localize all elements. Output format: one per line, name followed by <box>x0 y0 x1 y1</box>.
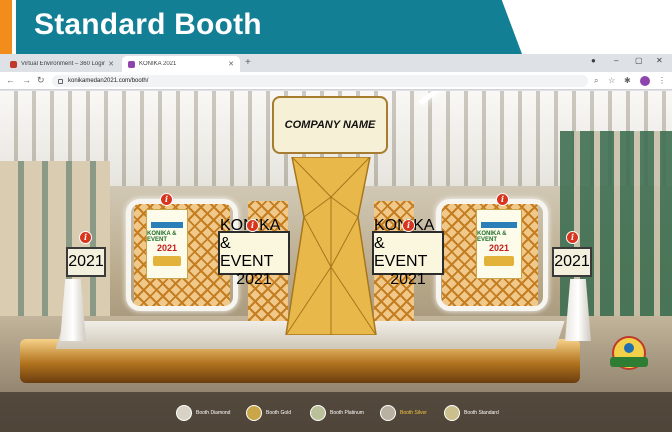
new-tab-button[interactable]: + <box>245 57 251 68</box>
info-icon[interactable]: i <box>566 231 579 244</box>
hall-window-left <box>0 161 110 331</box>
poster-year: 2021 <box>488 243 510 253</box>
kiosk-year: 2021 <box>68 253 104 270</box>
poster-image <box>153 256 181 266</box>
chrome-account-icon[interactable]: ● <box>591 56 596 65</box>
info-icon[interactable]: i <box>402 219 415 232</box>
booth-category-nav: Booth Diamond Booth Gold Booth Platinum … <box>0 392 672 432</box>
back-icon[interactable]: ← <box>6 75 15 85</box>
poster-left[interactable]: KONIKA & EVENT 2021 <box>146 209 188 279</box>
poster-right[interactable]: KONIKA & EVENT 2021 <box>476 209 522 279</box>
slide-header: Standard Booth <box>0 0 672 54</box>
close-icon[interactable]: ✕ <box>228 60 234 68</box>
screen-year: 2021 <box>390 271 426 288</box>
url-text[interactable]: konikamedan2021.com/booth/ <box>68 78 148 84</box>
tab-konika[interactable]: KONIKA 2021 ✕ <box>122 56 240 72</box>
nav-label: Booth Diamond <box>196 410 231 416</box>
menu-icon[interactable]: ⋮ <box>658 76 666 85</box>
browser-toolbar: ← → ↻ konikamedan2021.com/booth/ ⌕ ☆ ✱ ⋮ <box>0 72 672 90</box>
tab-strip: Virtual Environment – 360 Login ✕ KONIKA… <box>0 54 672 72</box>
address-bar[interactable]: konikamedan2021.com/booth/ <box>52 75 588 87</box>
close-icon[interactable]: ✕ <box>108 60 114 68</box>
poster-title: KONIKA & EVENT <box>477 231 507 243</box>
konika-logo-badge <box>610 336 648 370</box>
booth-viewport[interactable]: COMPANY NAME KONIKA & EVENT 2021 KONIKA … <box>0 91 672 432</box>
poster-header-bar <box>151 222 183 228</box>
display-screen-left[interactable]: KONIKA & EVENT 2021 <box>218 217 290 288</box>
nav-booth-diamond[interactable]: Booth Diamond <box>176 405 230 421</box>
medal-icon <box>444 405 460 421</box>
nav-label: Booth Standard <box>464 410 499 416</box>
company-name-sign[interactable]: COMPANY NAME <box>272 96 388 154</box>
slide-title: Standard Booth <box>34 8 262 41</box>
nav-booth-gold[interactable]: Booth Gold <box>246 405 291 421</box>
company-name: COMPANY NAME <box>284 119 376 131</box>
nav-label: Booth Silver <box>400 410 427 416</box>
profile-icon[interactable] <box>640 76 650 86</box>
browser-window: Virtual Environment – 360 Login ✕ KONIKA… <box>0 54 672 432</box>
poster-image <box>483 256 515 266</box>
display-screen-right[interactable]: KONIKA & EVENT 2021 <box>372 217 444 288</box>
search-icon[interactable]: ⌕ <box>594 76 598 86</box>
header-accent-bar <box>0 0 12 54</box>
minimize-button[interactable]: – <box>614 56 618 65</box>
info-icon[interactable]: i <box>160 193 173 206</box>
reload-icon[interactable]: ↻ <box>37 75 45 86</box>
kiosk-screen-left[interactable]: 2021 <box>66 247 106 277</box>
window-close-button[interactable]: ✕ <box>656 56 663 65</box>
info-icon[interactable]: i <box>496 193 509 206</box>
medal-icon <box>380 405 396 421</box>
nav-booth-standard[interactable]: Booth Standard <box>444 405 499 421</box>
info-icon[interactable]: i <box>79 231 92 244</box>
extension-icon[interactable]: ✱ <box>624 76 631 85</box>
medal-icon <box>176 405 192 421</box>
favicon-icon <box>128 60 135 68</box>
poster-header-bar <box>481 222 517 228</box>
forward-icon[interactable]: → <box>22 75 31 85</box>
favicon-icon <box>10 60 17 68</box>
screen-year: 2021 <box>236 271 272 288</box>
kiosk-screen-right[interactable]: 2021 <box>552 247 592 277</box>
star-icon[interactable]: ☆ <box>608 76 615 85</box>
tab-label: Virtual Environment – 360 Login <box>21 61 106 67</box>
poster-year: 2021 <box>156 243 178 253</box>
center-tower <box>285 157 377 335</box>
tab-label: KONIKA 2021 <box>139 61 177 67</box>
nav-booth-platinum[interactable]: Booth Platinum <box>310 405 364 421</box>
medal-icon <box>310 405 326 421</box>
nav-booth-silver[interactable]: Booth Silver <box>380 405 427 421</box>
maximize-button[interactable]: ▢ <box>635 56 643 65</box>
nav-label: Booth Gold <box>266 410 292 416</box>
nav-label: Booth Platinum <box>330 410 364 416</box>
info-icon[interactable]: i <box>246 219 259 232</box>
kiosk-year: 2021 <box>554 253 590 270</box>
tab-virtual-environment[interactable]: Virtual Environment – 360 Login ✕ <box>4 56 120 72</box>
poster-title: KONIKA & EVENT <box>147 231 177 243</box>
medal-icon <box>246 405 262 421</box>
lock-icon <box>58 78 63 84</box>
